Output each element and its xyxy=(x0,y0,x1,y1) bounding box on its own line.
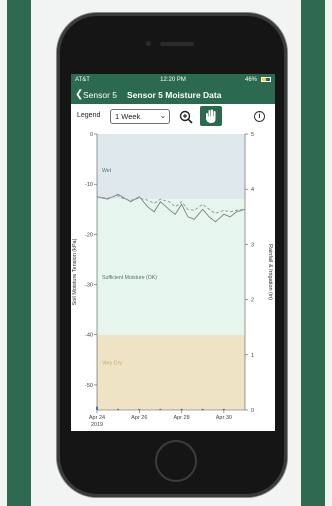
time-range-value: 1 Week xyxy=(115,112,141,121)
back-button[interactable]: Sensor 5 xyxy=(83,86,117,104)
y-tick-label: 0 xyxy=(90,132,93,138)
status-bar: AT&T 12:20 PM 46% xyxy=(71,74,275,86)
rain-bar xyxy=(159,408,162,410)
y2-tick-label: 5 xyxy=(251,132,254,138)
moisture-chart[interactable]: Wet Sufficient Moisture (OK) Very Dry 0 -10 -… xyxy=(71,128,275,431)
right-background-band xyxy=(301,0,325,506)
rain-bar xyxy=(180,408,183,410)
chart-svg[interactable]: Wet Sufficient Moisture (OK) Very Dry 0 -10 -… xyxy=(71,128,275,431)
legend-toggle[interactable]: Legend xyxy=(77,112,100,119)
y-tick-label: -40 xyxy=(85,333,93,339)
info-icon[interactable]: i xyxy=(254,111,265,122)
chevron-down-icon: ⌄ xyxy=(159,111,166,120)
zone-band-0 xyxy=(97,134,245,200)
rain-bar xyxy=(96,406,98,410)
left-background-band xyxy=(7,0,31,506)
rain-bar xyxy=(222,408,225,410)
zone-band-1 xyxy=(97,199,245,335)
y-tick-label: -30 xyxy=(85,283,93,289)
y-axis-title: Soil Moisture Tension (kPa) xyxy=(72,238,78,305)
zone-label-2: Very Dry xyxy=(102,361,122,367)
zoom-in-icon[interactable] xyxy=(179,110,193,124)
zone-band-2 xyxy=(97,334,245,410)
page-title: Sensor 5 Moisture Data xyxy=(127,90,222,100)
x-year-label: 2019 xyxy=(91,422,103,428)
y2-tick-label: 1 xyxy=(251,353,254,359)
zone-label-0: Wet xyxy=(102,168,112,174)
front-camera xyxy=(146,41,151,46)
battery-percent: 46% xyxy=(244,77,257,83)
x-tick-label: Apr 28 xyxy=(173,415,189,421)
y-tick-label: -10 xyxy=(85,182,93,188)
rain-bar xyxy=(201,408,204,410)
x-tick-label: Apr 24 xyxy=(89,415,105,421)
y-tick-label: -20 xyxy=(85,232,93,238)
battery-icon xyxy=(261,77,271,82)
zone-label-1: Sufficient Moisture (OK) xyxy=(102,275,157,281)
y2-tick-label: 0 xyxy=(251,408,254,414)
y2-tick-label: 4 xyxy=(251,187,254,193)
phone-screen: AT&T 12:20 PM 46% ❮ Sensor 5 Sensor 5 Mo… xyxy=(71,74,275,431)
y-tick-label: -50 xyxy=(85,383,93,389)
navigation-bar: ❮ Sensor 5 Sensor 5 Moisture Data xyxy=(71,86,275,104)
time-range-select[interactable]: 1 Week ⌄ xyxy=(110,109,170,124)
earpiece-speaker xyxy=(160,42,194,46)
y2-tick-label: 3 xyxy=(251,242,254,248)
pan-mode-button[interactable] xyxy=(200,106,222,126)
y2-axis-title: Rainfall & Irrigation (in) xyxy=(267,244,273,300)
rain-bar xyxy=(117,408,120,410)
home-button[interactable] xyxy=(155,440,197,482)
y2-tick-label: 2 xyxy=(251,298,254,304)
x-tick-label: Apr 30 xyxy=(216,415,232,421)
rain-bar xyxy=(138,408,141,410)
x-tick-label: Apr 26 xyxy=(131,415,147,421)
chart-toolbar: Legend 1 Week ⌄ i xyxy=(71,104,275,128)
hand-icon xyxy=(206,109,216,123)
